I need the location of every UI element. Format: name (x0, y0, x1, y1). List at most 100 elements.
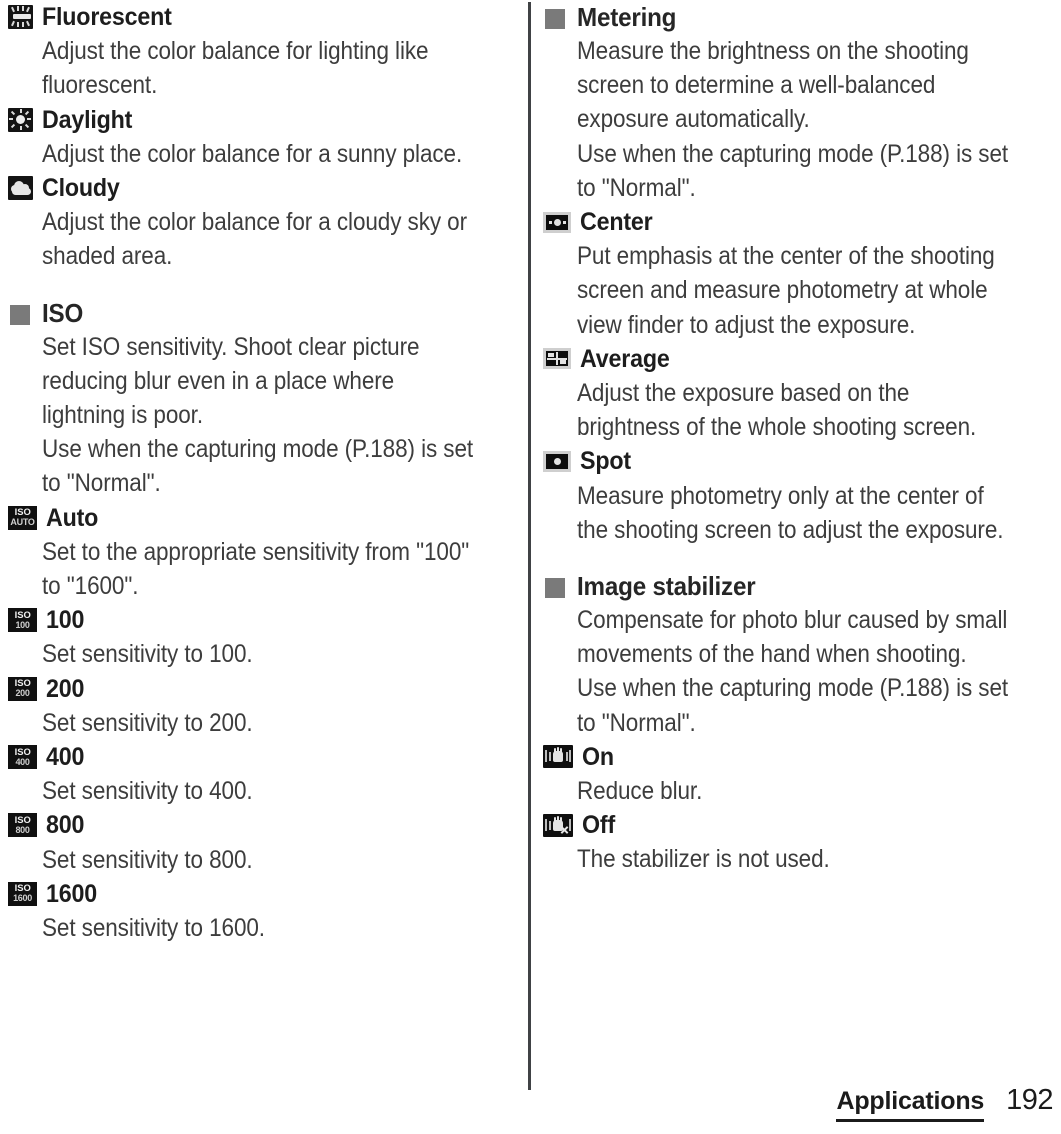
option-label: Spot (580, 447, 631, 476)
option-iso-auto: ISO AUTO Auto (8, 501, 518, 535)
text-line: screen and measure photometry at whole (577, 276, 988, 305)
option-iso-1600: ISO 1600 1600 (8, 877, 518, 911)
option-label: Cloudy (42, 173, 120, 202)
iso-200-icon: ISO 200 (8, 676, 37, 701)
text-line: fluorescent. (42, 71, 158, 100)
option-label: 200 (46, 674, 85, 703)
iso-400-icon: ISO 400 (8, 745, 37, 770)
right-column: Metering Measure the brightness on the s… (543, 0, 1055, 877)
option-label: Center (580, 208, 653, 237)
option-description: Set sensitivity to 800. (8, 843, 518, 877)
text-line: Adjust the color balance for a cloudy sk… (42, 208, 468, 237)
section-title: ISO (42, 297, 84, 328)
text-line: Use when the capturing mode (P.188) is s… (42, 435, 474, 464)
option-description: Reduce blur. (543, 774, 1055, 808)
text-line: Adjust the exposure based on the (577, 379, 910, 407)
stabilizer-off-icon (543, 813, 573, 837)
iso-icon-bottom: 200 (15, 688, 30, 699)
text-line: Set sensitivity to 400. (42, 777, 253, 806)
text-line: Set sensitivity to 800. (42, 845, 253, 874)
text-line: Set sensitivity to 100. (42, 640, 253, 669)
option-fluorescent: Fluorescent (8, 0, 518, 34)
text-line: Adjust the color balance for lighting li… (42, 37, 429, 66)
option-description: Set sensitivity to 400. (8, 774, 518, 808)
metering-spot-icon (543, 451, 571, 472)
text-line: Use when the capturing mode (P.188) is s… (577, 139, 1009, 168)
text-line: Use when the capturing mode (P.188) is s… (577, 674, 1009, 703)
iso-icon-top: ISO (14, 678, 31, 689)
text-line: screen to determine a well-balanced (577, 71, 936, 100)
section-iso: ISO (8, 296, 518, 330)
option-description: Put emphasis at the center of the shooti… (543, 239, 1055, 342)
text-line: Set ISO sensitivity. Shoot clear picture (42, 332, 420, 361)
option-label: 400 (46, 742, 85, 771)
option-description: Adjust the exposure based on the brightn… (543, 376, 1055, 444)
iso-auto-icon: ISO AUTO (8, 505, 37, 530)
text-line: Measure photometry only at the center of (577, 481, 984, 510)
metering-average-icon (543, 348, 571, 370)
text-line: Set sensitivity to 1600. (42, 913, 265, 942)
metering-center-icon (543, 211, 571, 233)
text-line: to "Normal". (577, 173, 696, 202)
option-iso-400: ISO 400 400 (8, 740, 518, 774)
option-label: Average (580, 344, 670, 373)
text-line: Measure the brightness on the shooting (577, 37, 969, 65)
manual-page: Fluorescent Adjust the color balance for… (0, 0, 1061, 1134)
option-metering-spot: Spot (543, 444, 1055, 478)
option-label: On (582, 742, 614, 771)
option-iso-100: ISO 100 100 (8, 603, 518, 637)
text-line: Set to the appropriate sensitivity from … (42, 537, 470, 566)
option-description: Adjust the color balance for a cloudy sk… (8, 205, 518, 273)
daylight-sun-icon (8, 107, 33, 132)
section-bullet-icon (10, 304, 30, 325)
option-description: Set sensitivity to 100. (8, 637, 518, 671)
cross-out-icon (560, 825, 569, 834)
text-line: Set sensitivity to 200. (42, 708, 253, 737)
text-line: Reduce blur. (577, 777, 703, 805)
iso-icon-top: ISO (14, 609, 31, 620)
section-bullet-icon (545, 578, 565, 598)
footer-chapter-name: Applications (836, 1087, 984, 1122)
option-stabilizer-off: Off (543, 808, 1055, 842)
section-title: Image stabilizer (577, 571, 756, 601)
section-title: Metering (577, 2, 677, 32)
option-iso-200: ISO 200 200 (8, 672, 518, 706)
section-description: Set ISO sensitivity. Shoot clear picture… (8, 330, 518, 501)
option-daylight: Daylight (8, 103, 518, 137)
text-line: the shooting screen to adjust the exposu… (577, 515, 1004, 544)
option-label: 800 (46, 811, 85, 840)
text-line: Put emphasis at the center of the shooti… (577, 242, 995, 271)
text-line: to "Normal". (577, 708, 696, 737)
option-description: The stabilizer is not used. (543, 842, 1055, 876)
text-line: view finder to adjust the exposure. (577, 310, 916, 339)
option-label: 1600 (46, 879, 97, 908)
iso-icon-top: ISO (14, 883, 31, 894)
option-description: Adjust the color balance for lighting li… (8, 34, 518, 102)
option-label: Auto (46, 503, 99, 532)
text-line: lightning is poor. (42, 400, 204, 429)
text-line: The stabilizer is not used. (577, 845, 830, 874)
iso-icon-bottom: AUTO (10, 517, 35, 528)
option-label: Off (582, 811, 616, 840)
text-line: to "Normal". (42, 469, 161, 498)
text-line: brightness of the whole shooting screen. (577, 413, 977, 442)
option-description: Set sensitivity to 200. (8, 706, 518, 740)
iso-1600-icon: ISO 1600 (8, 881, 37, 906)
left-column: Fluorescent Adjust the color balance for… (8, 0, 518, 945)
option-label: 100 (46, 606, 85, 635)
section-bullet-icon (545, 9, 565, 29)
option-cloudy: Cloudy (8, 171, 518, 205)
section-description: Measure the brightness on the shooting s… (543, 34, 1055, 205)
option-metering-average: Average (543, 342, 1055, 376)
iso-icon-top: ISO (14, 814, 31, 825)
iso-icon-bottom: 800 (15, 824, 30, 835)
section-description: Compensate for photo blur caused by smal… (543, 603, 1055, 740)
option-stabilizer-on: On (543, 740, 1055, 774)
option-description: Adjust the color balance for a sunny pla… (8, 137, 518, 171)
option-description: Set to the appropriate sensitivity from … (8, 535, 518, 603)
section-image-stabilizer: Image stabilizer (543, 569, 1055, 603)
cloudy-icon (8, 176, 33, 201)
fluorescent-icon (8, 5, 33, 30)
option-label: Fluorescent (42, 3, 172, 31)
